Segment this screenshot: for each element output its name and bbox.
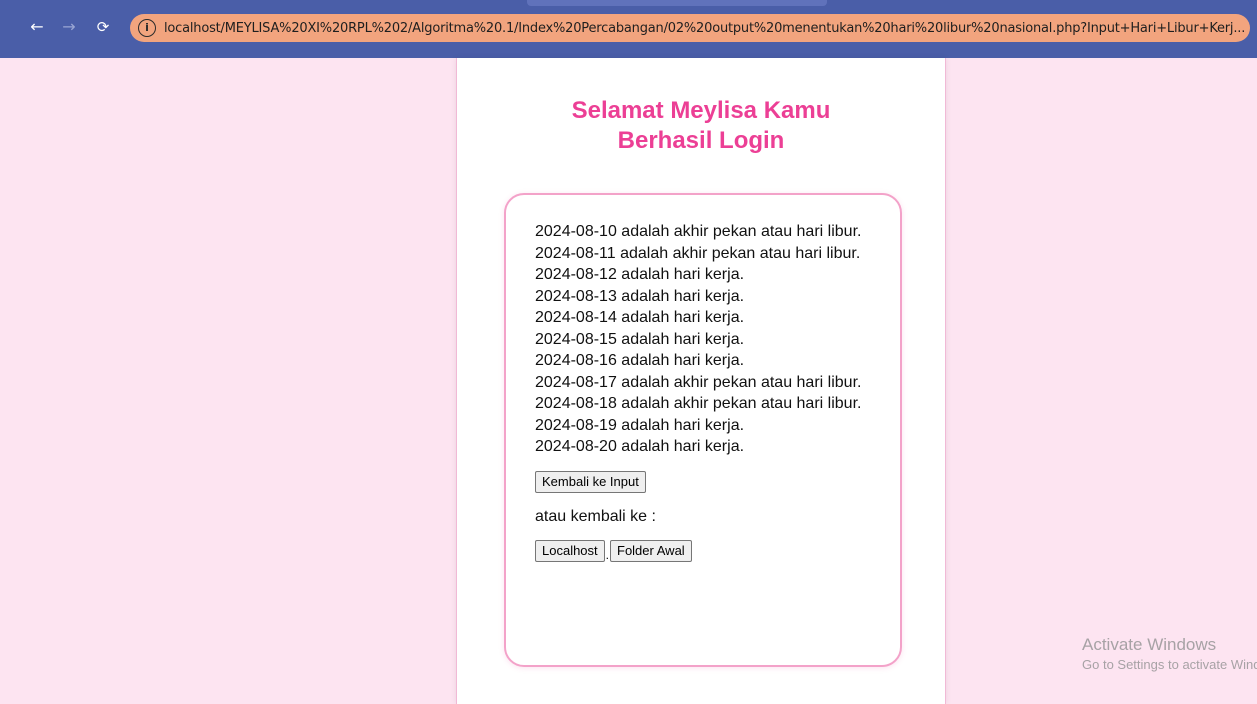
result-line: 2024-08-17 adalah akhir pekan atau hari … — [535, 373, 862, 391]
forward-arrow-icon[interactable]: → — [58, 16, 80, 38]
result-line: 2024-08-18 adalah akhir pekan atau hari … — [535, 395, 862, 412]
back-arrow-icon[interactable]: ← — [26, 16, 48, 38]
page-title: Selamat Meylisa Kamu Berhasil Login — [457, 96, 945, 156]
result-line: 2024-08-13 adalah hari kerja. — [535, 287, 745, 305]
browser-toolbar: ← → ⟳ i localhost/MEYLISA%20XI%20RPL%202… — [0, 0, 1257, 58]
watermark-subtitle: Go to Settings to activate Windows. — [1082, 657, 1257, 672]
result-line: 2024-08-14 adalah hari kerja. — [535, 309, 745, 326]
result-line: 2024-08-12 adalah hari kerja. — [535, 266, 745, 283]
result-line: 2024-08-10 adalah akhir pekan atau hari … — [535, 223, 862, 240]
result-line: 2024-08-15 adalah hari kerja. — [535, 330, 745, 348]
reload-icon[interactable]: ⟳ — [92, 16, 114, 38]
back-to-input-button[interactable]: Kembali ke Input — [535, 470, 646, 493]
watermark-title: Activate Windows — [1082, 635, 1217, 654]
separator: . — [605, 547, 609, 562]
info-icon[interactable]: i — [138, 19, 156, 37]
result-list: 2024-08-10 adalah akhir pekan atau hari … — [535, 221, 872, 458]
alternate-nav-row: Localhost . Folder Awal — [535, 539, 872, 562]
url-text[interactable]: localhost/MEYLISA%20XI%20RPL%202/Algorit… — [164, 21, 1245, 36]
address-bar[interactable]: i localhost/MEYLISA%20XI%20RPL%202/Algor… — [130, 14, 1250, 42]
result-line: 2024-08-16 adalah hari kerja. — [535, 352, 745, 369]
result-line: 2024-08-19 adalah hari kerja. — [535, 416, 745, 434]
alternate-nav-label: atau kembali ke : — [535, 507, 656, 525]
result-line: 2024-08-11 adalah akhir pekan atau hari … — [535, 244, 861, 262]
folder-awal-button[interactable]: Folder Awal — [610, 539, 692, 562]
page-panel: Selamat Meylisa Kamu Berhasil Login 2024… — [456, 58, 946, 704]
localhost-button[interactable]: Localhost — [535, 539, 605, 562]
active-tab-edge — [527, 0, 827, 6]
page-title-text: Selamat Meylisa Kamu Berhasil Login — [571, 97, 831, 154]
result-line: 2024-08-20 adalah hari kerja. — [535, 438, 745, 455]
result-card: 2024-08-10 adalah akhir pekan atau hari … — [504, 193, 902, 667]
windows-activation-watermark: Activate Windows Go to Settings to activ… — [1082, 634, 1257, 674]
